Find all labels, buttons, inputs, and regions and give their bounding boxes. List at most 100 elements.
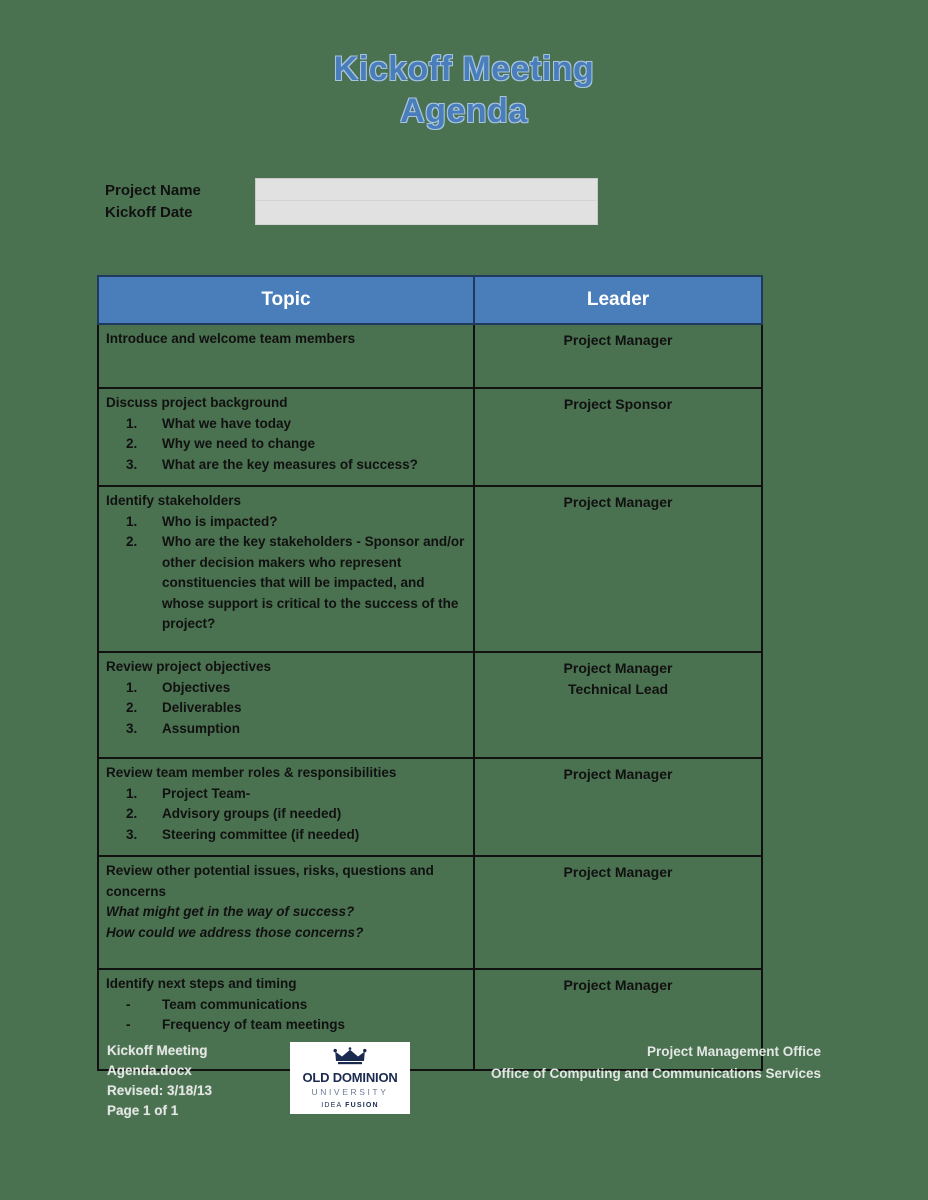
list-marker: 2. <box>126 436 138 451</box>
project-info-form: Project Name Kickoff Date <box>105 178 805 225</box>
table-row: Review project objectives 1. Objectives 2… <box>97 651 763 759</box>
leader-name: Project Manager <box>563 977 673 993</box>
footer-office-line-2: Office of Computing and Communications S… <box>490 1066 821 1081</box>
leader-cell: Project Sponsor <box>473 387 763 487</box>
leader-name: Project Manager <box>563 864 673 880</box>
list-item: 2. Advisory groups (if needed) <box>126 804 467 825</box>
leader-cell: Project Manager <box>473 757 763 857</box>
list-item-text: Steering committee (if needed) <box>162 826 360 842</box>
leader-cell: Project Manager Technical Lead <box>473 651 763 759</box>
kickoff-date-label: Kickoff Date <box>105 204 193 221</box>
kickoff-date-input[interactable] <box>255 201 598 225</box>
agenda-table: Topic Leader Introduce and welcome team … <box>97 275 763 1071</box>
topic-cell: Review team member roles & responsibilit… <box>97 757 475 857</box>
logo-tagline-bold: FUSION <box>345 1102 379 1109</box>
topic-cell: Identify stakeholders 1. Who is impacted?… <box>97 485 475 653</box>
column-header-leader: Leader <box>473 275 763 325</box>
old-dominion-university-logo: OLD DOMINION UNIVERSITY IDEA FUSION <box>290 1042 410 1114</box>
topic-cell: Discuss project background 1. What we hav… <box>97 387 475 487</box>
leader-name-secondary: Technical Lead <box>567 681 669 697</box>
list-item-text: Assumption <box>162 720 241 736</box>
list-item-text: Advisory groups (if needed) <box>162 806 342 821</box>
project-name-label: Project Name <box>105 182 201 199</box>
table-row: Identify stakeholders 1. Who is impacted?… <box>97 485 763 653</box>
list-marker: 3. <box>126 720 138 736</box>
list-item: - Frequency of team meetings <box>126 1015 467 1036</box>
footer-office-line-1: Project Management Office <box>646 1044 821 1059</box>
list-item: 3. What are the key measures of success? <box>126 455 467 476</box>
list-item-text: What are the key measures of success? <box>162 456 418 472</box>
footer-revised-date: Revised: 3/18/13 <box>107 1083 213 1098</box>
form-fields <box>255 178 598 225</box>
list-marker: 1. <box>126 785 138 801</box>
list-marker: 2. <box>126 806 138 821</box>
list-marker: 1. <box>126 415 138 431</box>
table-row: Discuss project background 1. What we hav… <box>97 387 763 487</box>
title-line-2: Agenda <box>400 92 528 131</box>
list-item-text: What we have today <box>162 415 292 431</box>
topic-cell: Review project objectives 1. Objectives 2… <box>97 651 475 759</box>
list-item: 2. Why we need to change <box>126 434 467 455</box>
logo-university-text: UNIVERSITY <box>311 1087 389 1097</box>
list-marker: 3. <box>126 826 138 842</box>
list-marker: - <box>126 996 131 1012</box>
list-item: 1. Who is impacted? <box>126 512 467 533</box>
topic-note: What might get in the way of success? <box>106 904 355 919</box>
list-item-text: Who is impacted? <box>162 513 278 529</box>
list-marker: 1. <box>126 513 138 529</box>
topic-heading: Introduce and welcome team members <box>106 331 356 346</box>
list-item-text: Frequency of team meetings <box>162 1017 346 1032</box>
topic-heading: Review team member roles & responsibilit… <box>106 765 397 780</box>
topic-list: 1. Objectives 2. Deliverables 3. Assumption <box>106 678 467 740</box>
page-footer: Kickoff Meeting Agenda.docx Revised: 3/1… <box>0 1038 928 1148</box>
footer-doc-filename: Agenda.docx <box>107 1063 192 1078</box>
leader-name: Project Manager <box>563 766 673 782</box>
title-line-1: Kickoff Meeting <box>333 50 595 88</box>
footer-right-text: Project Management Office Office of Comp… <box>491 1041 821 1085</box>
list-item: 3. Assumption <box>126 719 467 740</box>
list-item-text: Team communications <box>162 996 308 1012</box>
logo-tagline-light: IDEA <box>321 1102 346 1109</box>
list-item-text: Objectives <box>162 679 231 695</box>
crown-icon <box>333 1047 367 1069</box>
list-marker: 1. <box>126 679 138 695</box>
list-marker: - <box>126 1017 131 1032</box>
topic-cell: Introduce and welcome team members <box>97 323 475 389</box>
topic-heading: Discuss project background <box>106 395 288 410</box>
leader-cell: Project Manager <box>473 323 763 389</box>
list-item: 3. Steering committee (if needed) <box>126 825 467 846</box>
list-item: - Team communications <box>126 995 467 1016</box>
agenda-table-body: Introduce and welcome team members Proje… <box>97 323 763 1071</box>
topic-list: - Team communications - Frequency of team … <box>106 995 467 1036</box>
leader-cell: Project Manager <box>473 855 763 970</box>
list-item-text: Project Team- <box>162 785 251 801</box>
list-item: 1. Objectives <box>126 678 467 699</box>
list-item: 1. Project Team- <box>126 784 467 805</box>
list-item: 1. What we have today <box>126 414 467 435</box>
topic-cell: Review other potential issues, risks, qu… <box>97 855 475 970</box>
topic-list: 1. Project Team- 2. Advisory groups (if ne… <box>106 784 467 846</box>
list-marker: 3. <box>126 456 138 472</box>
topic-note: How could we address those concerns? <box>106 924 364 940</box>
list-item: 2. Who are the key stakeholders - Sponsor… <box>126 532 467 635</box>
leader-name: Project Sponsor <box>563 396 673 412</box>
table-row: Review other potential issues, risks, qu… <box>97 855 763 970</box>
logo-name-text: OLD DOMINION <box>302 1070 398 1085</box>
footer-left-text: Kickoff Meeting Agenda.docx Revised: 3/1… <box>107 1041 212 1121</box>
form-labels: Project Name Kickoff Date <box>105 178 255 224</box>
list-item-text: Why we need to change <box>162 436 316 451</box>
project-name-input[interactable] <box>255 178 598 201</box>
table-header-row: Topic Leader <box>97 275 763 325</box>
list-marker: 2. <box>126 700 138 715</box>
topic-list: 1. Who is impacted? 2. Who are the key sta… <box>106 512 467 635</box>
footer-page-number: Page 1 of 1 <box>107 1103 179 1118</box>
table-row: Introduce and welcome team members Proje… <box>97 323 763 389</box>
footer-doc-title: Kickoff Meeting <box>107 1043 208 1058</box>
column-header-topic: Topic <box>97 275 475 325</box>
logo-tagline: IDEA FUSION <box>321 1102 379 1109</box>
topic-heading: Review other potential issues, risks, qu… <box>106 863 434 899</box>
topic-heading: Review project objectives <box>106 659 272 674</box>
page-title: Kickoff Meeting Agenda <box>0 0 928 132</box>
leader-name: Project Manager <box>563 660 673 676</box>
list-item: 2. Deliverables <box>126 698 467 719</box>
